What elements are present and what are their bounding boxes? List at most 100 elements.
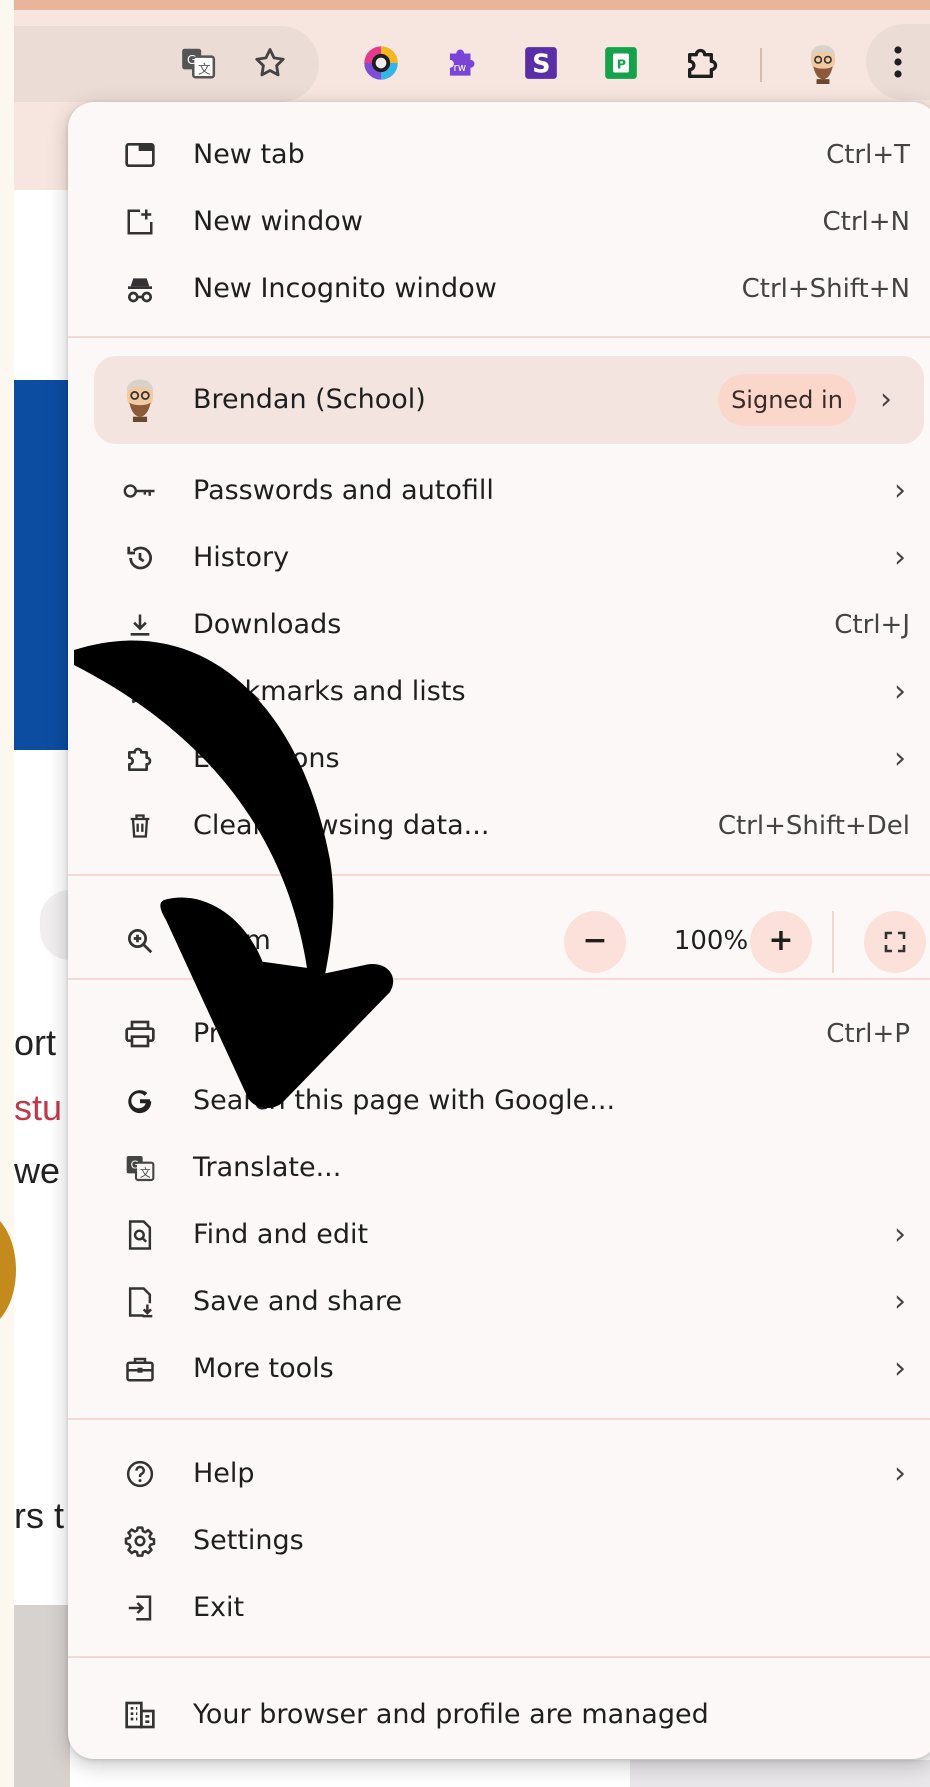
- chrome-main-menu: New tab Ctrl+T New window Ctrl+N New Inc…: [68, 102, 930, 1759]
- menu-item-settings[interactable]: Settings: [68, 1508, 930, 1574]
- menu-item-search-page-google[interactable]: Search this page with Google...: [68, 1068, 930, 1134]
- menu-item-label: History: [193, 542, 290, 573]
- menu-item-label: Help: [193, 1458, 255, 1489]
- key-icon: [120, 471, 160, 511]
- menu-item-managed-info[interactable]: Your browser and profile are managed: [68, 1680, 930, 1750]
- chevron-right-icon: ›: [894, 540, 906, 575]
- chevron-right-icon: ›: [880, 382, 892, 417]
- toolbox-icon: [120, 1349, 160, 1389]
- profile-name: Brendan (School): [193, 384, 426, 415]
- shortcut-label: Ctrl+J: [834, 610, 910, 640]
- zoom-divider: [832, 911, 834, 973]
- download-icon: [120, 605, 160, 645]
- svg-text:S: S: [532, 49, 550, 79]
- rw-extension-icon[interactable]: rw: [441, 43, 481, 83]
- profile-avatar-icon[interactable]: [803, 43, 843, 84]
- toolbar-separator: [760, 48, 762, 82]
- menu-item-passwords-autofill[interactable]: Passwords and autofill ›: [68, 458, 930, 524]
- fullscreen-button[interactable]: [864, 911, 926, 973]
- managed-label: Your browser and profile are managed: [193, 1699, 709, 1730]
- screenshot-stage: ort stu we rs t G文 rw S P New tab Ctrl+T…: [0, 0, 930, 1787]
- chevron-right-icon: ›: [894, 1456, 906, 1491]
- page-photo: [14, 1605, 70, 1787]
- menu-item-downloads[interactable]: Downloads Ctrl+J: [68, 592, 930, 658]
- menu-divider: [68, 1418, 930, 1420]
- svg-text:G: G: [131, 1159, 139, 1172]
- extensions-puzzle-icon[interactable]: [683, 43, 723, 83]
- menu-item-label: More tools: [193, 1353, 334, 1384]
- settings-gear-icon: [120, 1521, 160, 1561]
- zoom-label: Zoom: [193, 925, 271, 956]
- puzzle-icon: [120, 739, 160, 779]
- menu-item-clear-browsing-data[interactable]: Clear browsing data... Ctrl+Shift+Del: [68, 793, 930, 859]
- menu-item-label: New window: [193, 206, 363, 237]
- zoom-out-button[interactable]: −: [564, 911, 626, 973]
- translate-icon: G文: [120, 1148, 160, 1188]
- new-window-icon: [120, 202, 160, 242]
- menu-item-label: New Incognito window: [193, 273, 497, 304]
- star-icon: [120, 672, 160, 712]
- svg-text:rw: rw: [454, 62, 467, 74]
- chevron-right-icon: ›: [894, 1284, 906, 1319]
- menu-item-profile[interactable]: Brendan (School) Signed in ›: [94, 356, 924, 444]
- save-share-icon: [120, 1282, 160, 1322]
- menu-item-exit[interactable]: Exit: [68, 1575, 930, 1641]
- s-extension-icon[interactable]: S: [521, 43, 561, 83]
- menu-item-label: Bookmarks and lists: [193, 676, 466, 707]
- menu-item-save-and-share[interactable]: Save and share ›: [68, 1269, 930, 1335]
- menu-item-bookmarks-lists[interactable]: Bookmarks and lists ›: [68, 659, 930, 725]
- exit-icon: [120, 1588, 160, 1628]
- page-text-fragment: ort: [14, 1022, 57, 1063]
- tab-strip-edge: [14, 0, 930, 10]
- menu-item-history[interactable]: History ›: [68, 525, 930, 591]
- menu-item-print[interactable]: Print... Ctrl+P: [68, 1001, 930, 1067]
- menu-divider: [68, 978, 930, 980]
- menu-divider: [68, 336, 930, 338]
- menu-divider: [68, 874, 930, 876]
- menu-item-help[interactable]: Help ›: [68, 1441, 930, 1507]
- signed-in-badge: Signed in: [718, 374, 856, 426]
- shortcut-label: Ctrl+Shift+Del: [717, 811, 910, 841]
- menu-item-new-tab[interactable]: New tab Ctrl+T: [68, 122, 930, 188]
- zoom-icon: [120, 921, 160, 961]
- green-extension-icon[interactable]: P: [601, 43, 641, 83]
- managed-building-icon: [120, 1695, 160, 1735]
- translate-icon[interactable]: G文: [178, 43, 218, 83]
- menu-item-new-window[interactable]: New window Ctrl+N: [68, 189, 930, 255]
- shortcut-label: Ctrl+T: [826, 140, 910, 170]
- page-photo: [630, 1760, 930, 1787]
- menu-item-label: Settings: [193, 1525, 304, 1556]
- menu-item-label: Exit: [193, 1592, 245, 1623]
- bookmark-star-icon[interactable]: [250, 43, 290, 83]
- chevron-right-icon: ›: [894, 1217, 906, 1252]
- svg-text:文: 文: [140, 1167, 151, 1180]
- colorful-extension-icon[interactable]: [361, 43, 401, 83]
- menu-item-label: Save and share: [193, 1286, 403, 1317]
- chevron-right-icon: ›: [894, 674, 906, 709]
- profile-avatar-icon: [118, 376, 162, 422]
- chevron-right-icon: ›: [894, 473, 906, 508]
- zoom-in-button[interactable]: +: [750, 911, 812, 973]
- chevron-right-icon: ›: [894, 1351, 906, 1386]
- menu-item-label: New tab: [193, 139, 305, 170]
- trash-icon: [120, 806, 160, 846]
- menu-item-translate[interactable]: G文 Translate...: [68, 1135, 930, 1201]
- svg-text:文: 文: [198, 61, 211, 76]
- menu-item-label: Downloads: [193, 609, 342, 640]
- menu-item-label: Passwords and autofill: [193, 475, 494, 506]
- menu-item-label: Extensions: [193, 743, 340, 774]
- google-g-icon: [120, 1081, 160, 1121]
- menu-item-label: Clear browsing data...: [193, 810, 490, 841]
- menu-zoom-row: Zoom − 100% +: [68, 891, 930, 991]
- menu-item-find-and-edit[interactable]: Find and edit ›: [68, 1202, 930, 1268]
- menu-item-label: Search this page with Google...: [193, 1085, 616, 1116]
- menu-item-more-tools[interactable]: More tools ›: [68, 1336, 930, 1402]
- menu-item-label: Translate...: [193, 1152, 342, 1183]
- page-text-fragment: we: [14, 1150, 61, 1191]
- print-icon: [120, 1014, 160, 1054]
- page-text-fragment: stu: [14, 1087, 63, 1128]
- menu-item-extensions[interactable]: Extensions ›: [68, 726, 930, 792]
- shortcut-label: Ctrl+P: [826, 1019, 910, 1049]
- menu-item-new-incognito-window[interactable]: New Incognito window Ctrl+Shift+N: [68, 256, 930, 322]
- page-blue-banner: [14, 380, 74, 750]
